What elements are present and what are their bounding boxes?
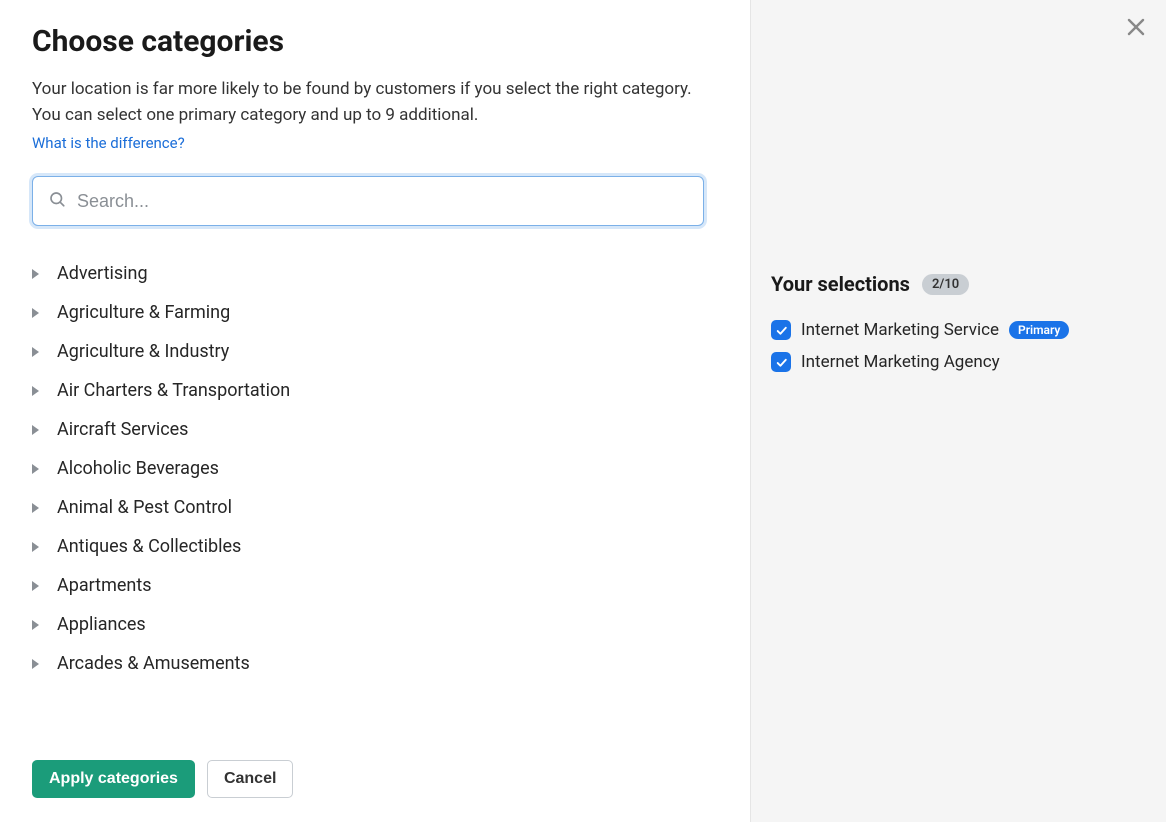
caret-right-icon xyxy=(32,464,39,474)
category-list[interactable]: Advertising Agriculture & Farming Agricult… xyxy=(32,254,704,740)
category-label: Alcoholic Beverages xyxy=(57,458,219,479)
category-label: Appliances xyxy=(57,614,146,635)
category-row[interactable]: Air Charters & Transportation xyxy=(32,371,686,410)
category-row[interactable]: Agriculture & Farming xyxy=(32,293,686,332)
selection-item: Internet Marketing Service Primary xyxy=(771,314,1146,346)
search-input[interactable] xyxy=(32,176,704,226)
category-row[interactable]: Aircraft Services xyxy=(32,410,686,449)
category-label: Antiques & Collectibles xyxy=(57,536,241,557)
right-pane: Your selections 2/10 Internet Marketing … xyxy=(750,0,1166,822)
page-subtitle: Your location is far more likely to be f… xyxy=(32,77,702,128)
category-label: Air Charters & Transportation xyxy=(57,380,290,401)
close-icon xyxy=(1124,15,1148,42)
left-pane: Choose categories Your location is far m… xyxy=(0,0,750,822)
primary-badge: Primary xyxy=(1009,321,1069,339)
search-wrap xyxy=(32,176,718,226)
category-label: Apartments xyxy=(57,575,152,596)
selections-header: Your selections 2/10 xyxy=(771,272,1146,296)
caret-right-icon xyxy=(32,425,39,435)
caret-right-icon xyxy=(32,620,39,630)
category-label: Advertising xyxy=(57,263,148,284)
check-icon xyxy=(775,356,788,369)
check-icon xyxy=(775,324,788,337)
selection-label: Internet Marketing Agency xyxy=(801,352,1000,372)
close-button[interactable] xyxy=(1120,12,1152,44)
category-row[interactable]: Apartments xyxy=(32,566,686,605)
category-row[interactable]: Animal & Pest Control xyxy=(32,488,686,527)
category-row[interactable]: Advertising xyxy=(32,254,686,293)
page-title: Choose categories xyxy=(32,24,718,59)
selection-label: Internet Marketing Service xyxy=(801,320,999,340)
category-label: Animal & Pest Control xyxy=(57,497,232,518)
selections-panel: Your selections 2/10 Internet Marketing … xyxy=(771,272,1146,378)
cancel-button[interactable]: Cancel xyxy=(207,760,293,798)
category-label: Agriculture & Industry xyxy=(57,341,229,362)
caret-right-icon xyxy=(32,269,39,279)
selections-count-badge: 2/10 xyxy=(922,274,969,295)
caret-right-icon xyxy=(32,542,39,552)
selection-item: Internet Marketing Agency xyxy=(771,346,1146,378)
category-row[interactable]: Antiques & Collectibles xyxy=(32,527,686,566)
category-row[interactable]: Alcoholic Beverages xyxy=(32,449,686,488)
category-row[interactable]: Arcades & Amusements xyxy=(32,644,686,683)
category-list-wrap: Advertising Agriculture & Farming Agricult… xyxy=(32,254,704,740)
category-row[interactable]: Agriculture & Industry xyxy=(32,332,686,371)
caret-right-icon xyxy=(32,308,39,318)
selections-title: Your selections xyxy=(771,272,910,296)
selection-checkbox[interactable] xyxy=(771,352,791,372)
actions-row: Apply categories Cancel xyxy=(32,760,718,798)
category-label: Agriculture & Farming xyxy=(57,302,230,323)
caret-right-icon xyxy=(32,659,39,669)
apply-categories-button[interactable]: Apply categories xyxy=(32,760,195,798)
caret-right-icon xyxy=(32,347,39,357)
category-row[interactable]: Appliances xyxy=(32,605,686,644)
selection-checkbox[interactable] xyxy=(771,320,791,340)
caret-right-icon xyxy=(32,581,39,591)
selections-list: Internet Marketing ServicePrimaryInterne… xyxy=(771,314,1146,378)
category-label: Aircraft Services xyxy=(57,419,188,440)
difference-link[interactable]: What is the difference? xyxy=(32,134,718,152)
caret-right-icon xyxy=(32,503,39,513)
category-label: Arcades & Amusements xyxy=(57,653,250,674)
caret-right-icon xyxy=(32,386,39,396)
